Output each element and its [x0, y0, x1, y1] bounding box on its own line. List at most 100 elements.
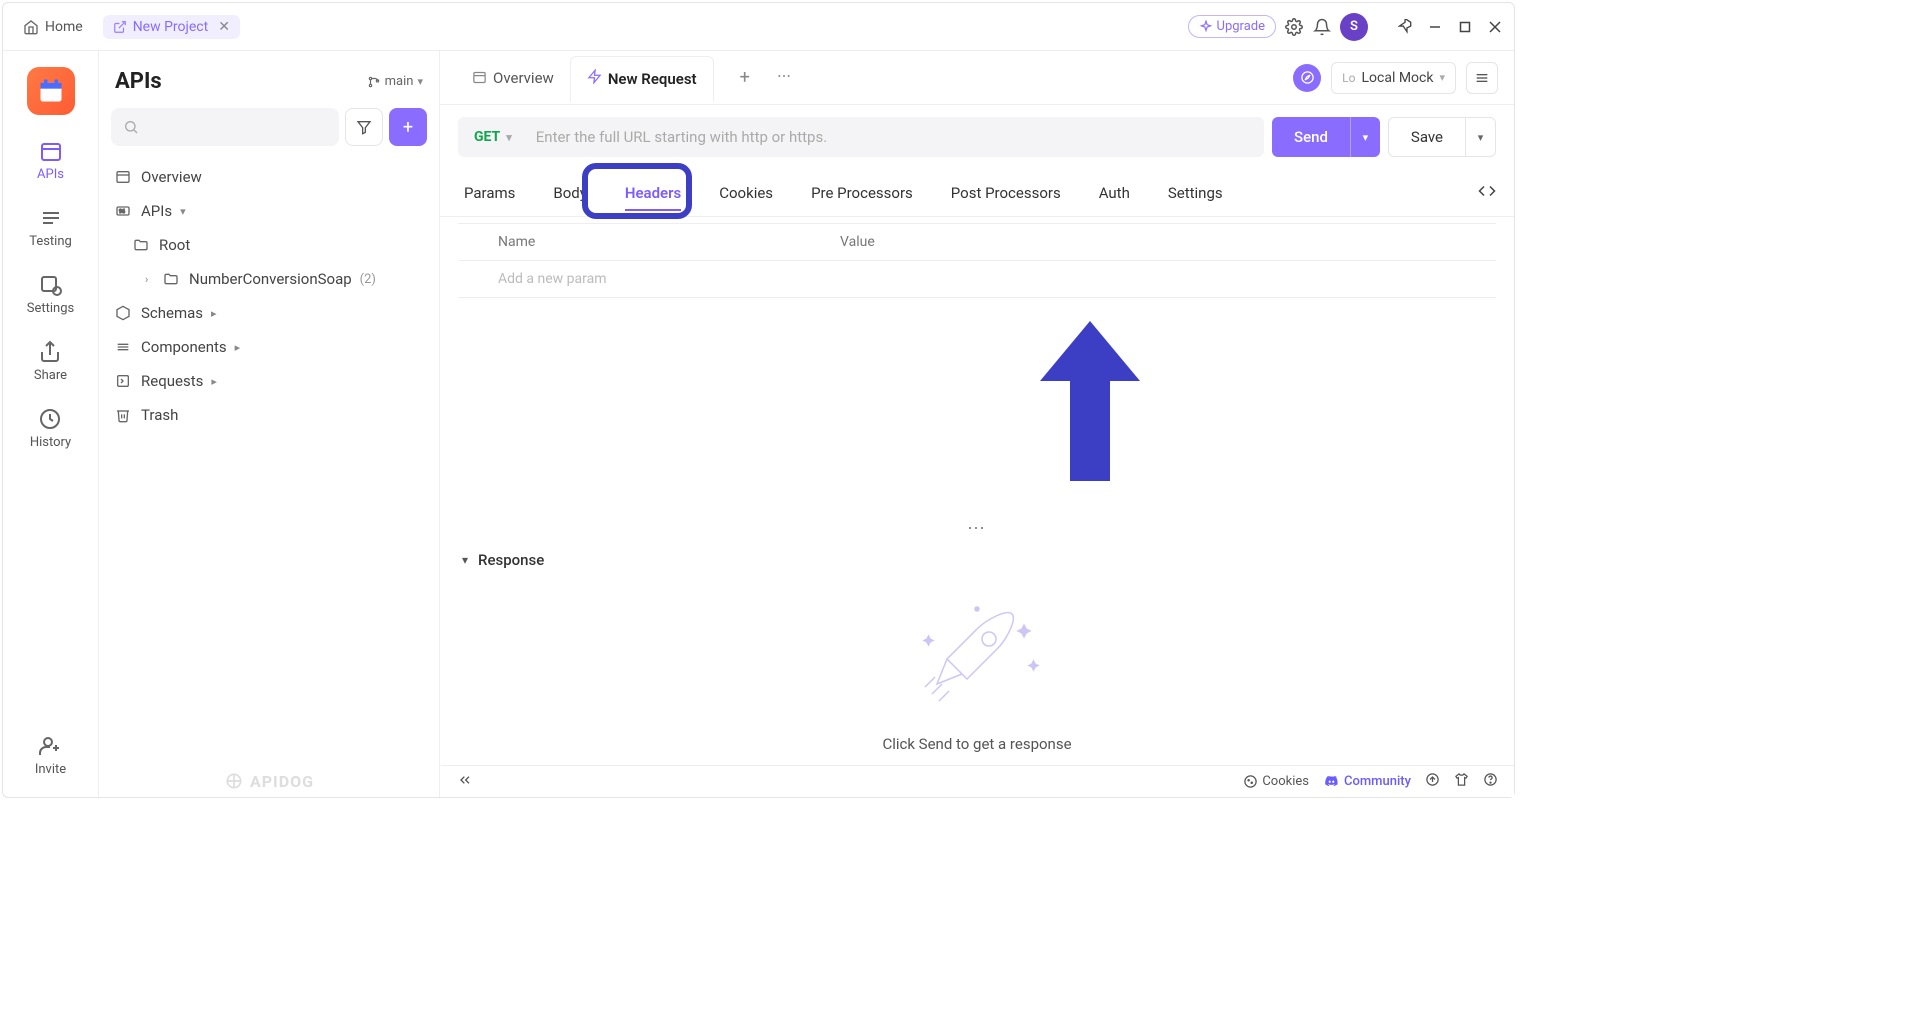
close-icon[interactable]: ✕	[218, 19, 230, 35]
subtab-headers[interactable]: Headers	[619, 176, 687, 210]
response-divider[interactable]: ⋯	[440, 516, 1514, 541]
branch-icon	[367, 75, 381, 89]
chevron-down-icon: ▾	[1363, 131, 1369, 144]
rail-history[interactable]: History	[30, 407, 71, 450]
subtab-params[interactable]: Params	[458, 176, 521, 210]
send-dropdown[interactable]: ▾	[1350, 117, 1380, 157]
menu-icon	[1474, 70, 1490, 86]
tree-trash[interactable]: Trash	[109, 398, 429, 432]
chevron-right-icon: ▸	[211, 307, 221, 320]
project-tab[interactable]: New Project ✕	[103, 15, 240, 39]
share-icon	[38, 340, 62, 364]
brand-watermark: APIDOG	[99, 755, 439, 797]
subtab-cookies[interactable]: Cookies	[713, 176, 779, 210]
chevron-down-icon: ▾	[180, 205, 190, 218]
subtab-auth[interactable]: Auth	[1093, 176, 1136, 210]
code-view-toggle[interactable]	[1478, 182, 1496, 204]
rail-label: APIs	[37, 167, 64, 182]
tree-label: Schemas	[141, 304, 203, 322]
history-icon	[38, 407, 62, 431]
rail-share[interactable]: Share	[34, 340, 67, 383]
upgrade-button[interactable]: Upgrade	[1188, 15, 1276, 38]
send-button[interactable]: Send	[1272, 117, 1350, 157]
env-name: Local Mock	[1361, 70, 1433, 86]
rail-label: History	[30, 435, 71, 450]
env-prefix: Lo	[1342, 71, 1355, 85]
response-empty-hint: Click Send to get a response	[882, 735, 1071, 753]
collapse-sidebar-button[interactable]	[457, 772, 473, 792]
add-button[interactable]: +	[389, 108, 427, 146]
tree-label: NumberConversionSoap	[189, 270, 352, 288]
tab-label: New Request	[608, 70, 697, 88]
filter-button[interactable]	[345, 108, 383, 146]
bell-icon[interactable]	[1312, 17, 1332, 37]
param-row-new[interactable]	[458, 261, 1496, 298]
pin-icon[interactable]	[1396, 17, 1416, 37]
app-logo[interactable]	[27, 67, 75, 115]
subtab-body[interactable]: Body	[547, 176, 592, 210]
rail-label: Settings	[27, 301, 74, 316]
subtab-post[interactable]: Post Processors	[945, 176, 1067, 210]
chevron-down-icon[interactable]: ▾	[462, 553, 468, 567]
environment-selector[interactable]: Lo Local Mock ▾	[1331, 62, 1456, 94]
tree-overview[interactable]: Overview	[109, 160, 429, 194]
project-tab-label: New Project	[133, 19, 209, 35]
sidebar-title: APIs	[115, 69, 162, 94]
rail-testing[interactable]: Testing	[29, 206, 72, 249]
upload-icon[interactable]	[1425, 772, 1440, 791]
tab-overview[interactable]: Overview	[456, 55, 570, 101]
rail-invite[interactable]: Invite	[35, 734, 66, 777]
code-icon	[1478, 182, 1496, 200]
method-selector[interactable]: GET ▾	[458, 117, 528, 157]
tree-folder[interactable]: › NumberConversionSoap (2)	[109, 262, 429, 296]
avatar[interactable]: S	[1340, 13, 1368, 41]
window-close[interactable]	[1484, 16, 1506, 38]
response-heading: Response	[478, 551, 544, 569]
svg-text:96: 96	[119, 209, 125, 215]
url-input[interactable]	[528, 128, 1264, 146]
chevron-left-double-icon	[457, 772, 473, 788]
branch-selector[interactable]: main ▾	[367, 74, 423, 89]
invite-icon	[38, 734, 62, 758]
testing-icon	[39, 206, 63, 230]
env-indicator[interactable]	[1293, 64, 1321, 92]
tree-schemas[interactable]: Schemas ▸	[109, 296, 429, 330]
save-dropdown[interactable]: ▾	[1466, 117, 1496, 157]
community-link[interactable]: Community	[1323, 773, 1411, 790]
home-icon	[23, 19, 39, 35]
chevron-down-icon: ▾	[506, 131, 512, 144]
tree-components[interactable]: Components ▸	[109, 330, 429, 364]
tree-apis[interactable]: 96 APIs ▾	[109, 194, 429, 228]
window-minimize[interactable]	[1424, 16, 1446, 38]
filter-icon	[356, 119, 372, 135]
tree-label: APIs	[141, 202, 172, 220]
table-header: Name Value	[458, 223, 1496, 261]
cookies-link[interactable]: Cookies	[1243, 774, 1309, 789]
tree-count: (2)	[360, 272, 376, 287]
tree-requests[interactable]: Requests ▸	[109, 364, 429, 398]
community-label: Community	[1344, 774, 1411, 789]
rail-apis[interactable]: APIs	[37, 139, 64, 182]
search-input[interactable]	[111, 108, 339, 146]
components-icon	[115, 339, 133, 355]
tab-menu[interactable]	[764, 68, 804, 88]
home-tab[interactable]: Home	[11, 13, 95, 41]
new-param-input[interactable]	[498, 271, 1456, 287]
cookies-label: Cookies	[1262, 774, 1309, 789]
compass-icon	[1300, 70, 1315, 85]
panel-menu[interactable]	[1466, 62, 1498, 94]
subtab-settings[interactable]: Settings	[1162, 176, 1229, 210]
settings-icon[interactable]	[1284, 17, 1304, 37]
window-maximize[interactable]	[1454, 16, 1476, 38]
shirt-icon[interactable]	[1454, 772, 1469, 791]
help-icon[interactable]	[1483, 772, 1498, 791]
tree-root[interactable]: Root	[109, 228, 429, 262]
chevron-right-icon: ›	[145, 273, 155, 286]
tab-add[interactable]: +	[726, 67, 764, 88]
cookie-icon	[1243, 774, 1258, 789]
save-button[interactable]: Save	[1388, 117, 1466, 157]
rail-settings[interactable]: Settings	[27, 273, 74, 316]
tab-new-request[interactable]: New Request	[570, 56, 714, 102]
subtab-pre[interactable]: Pre Processors	[805, 176, 919, 210]
tree-label: Components	[141, 338, 227, 356]
